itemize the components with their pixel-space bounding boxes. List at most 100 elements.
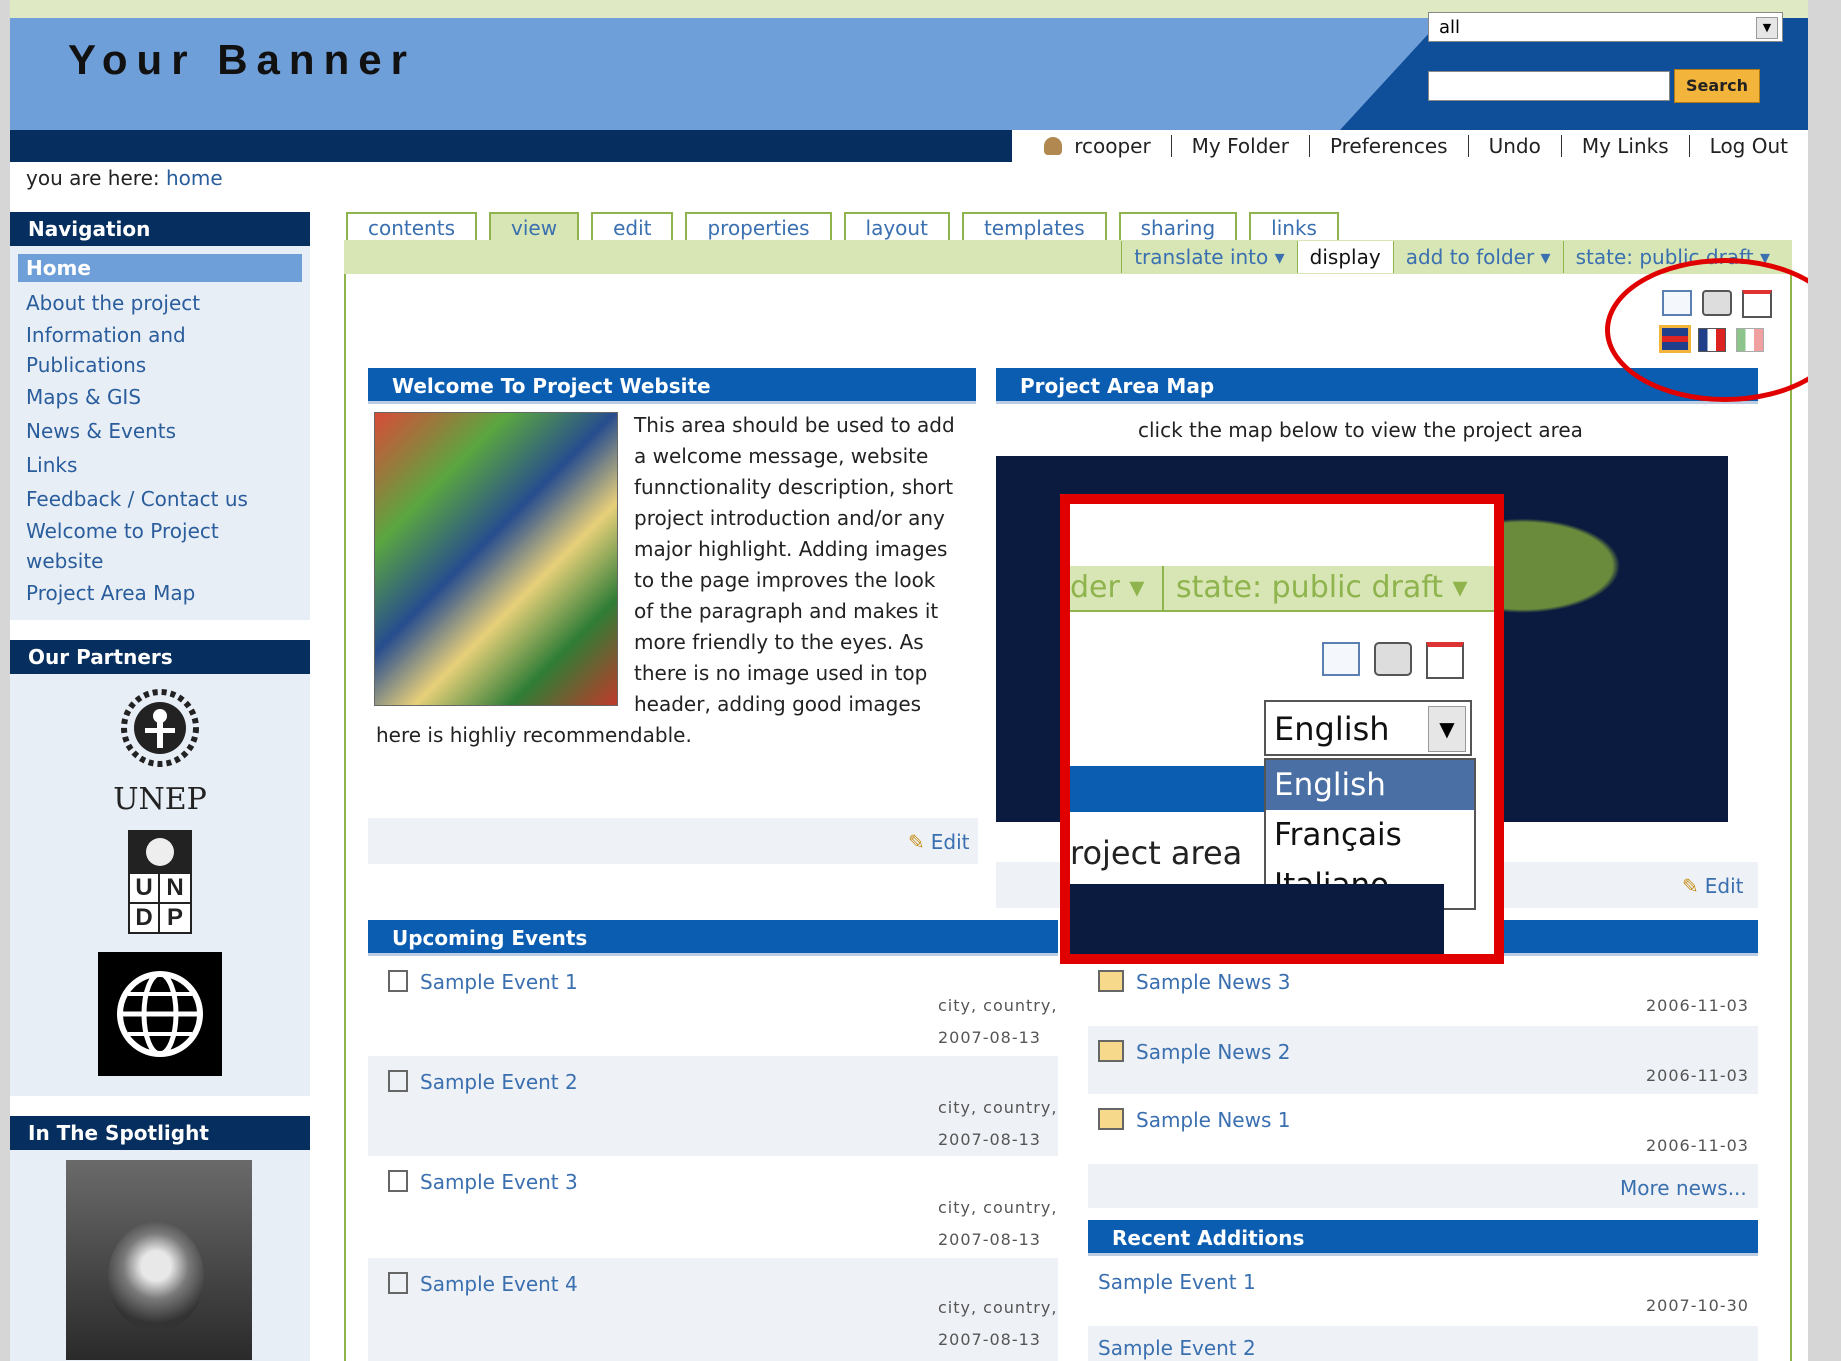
navigation-title: Navigation bbox=[10, 212, 310, 246]
event-item[interactable]: Sample Event 4 bbox=[388, 1272, 578, 1296]
undo-link[interactable]: Undo bbox=[1467, 135, 1561, 157]
welcome-text-block: This area should be used to add a welcom… bbox=[376, 410, 956, 751]
search-input[interactable] bbox=[1428, 71, 1670, 101]
search-button[interactable]: Search bbox=[1674, 69, 1760, 103]
nav-item-information[interactable]: Information and Publications bbox=[18, 320, 302, 380]
user-link[interactable]: rcooper bbox=[1024, 135, 1170, 157]
news-item[interactable]: Sample News 3 bbox=[1098, 970, 1290, 994]
news-date: 2006-11-03 bbox=[1646, 1136, 1749, 1155]
my-links-link[interactable]: My Links bbox=[1560, 135, 1689, 157]
language-select[interactable]: English ▼ bbox=[1264, 700, 1472, 756]
tab-edit[interactable]: edit bbox=[591, 212, 674, 243]
undp-letter: D bbox=[130, 904, 160, 932]
translate-menu[interactable]: translate into ▾ bbox=[1121, 241, 1296, 273]
content-tabs: contents view edit properties layout tem… bbox=[346, 212, 1339, 243]
world-bank-logo[interactable] bbox=[98, 952, 222, 1076]
partners-list: UNEP U N D P bbox=[10, 674, 310, 1096]
event-location: city, country, bbox=[938, 1298, 1058, 1317]
welcome-edit-label: Edit bbox=[930, 830, 970, 854]
calendar-icon bbox=[388, 1070, 408, 1092]
undp-letter: N bbox=[160, 874, 190, 904]
tab-layout[interactable]: layout bbox=[843, 212, 950, 243]
unep-logo[interactable]: UNEP bbox=[90, 686, 230, 816]
zoom-portlet-header bbox=[1070, 766, 1264, 812]
event-location: city, country, bbox=[938, 1098, 1058, 1117]
tab-contents[interactable]: contents bbox=[346, 212, 477, 243]
news-name: Sample News 1 bbox=[1136, 1108, 1291, 1132]
undp-letter: U bbox=[130, 874, 160, 904]
display-menu[interactable]: display bbox=[1296, 241, 1393, 273]
event-date: 2007-08-13 bbox=[938, 1230, 1041, 1249]
tab-templates[interactable]: templates bbox=[961, 212, 1107, 243]
portal-actions: rcooper My Folder Preferences Undo My Li… bbox=[1012, 130, 1808, 162]
news-item[interactable]: Sample News 2 bbox=[1098, 1040, 1290, 1064]
news-date: 2006-11-03 bbox=[1646, 996, 1749, 1015]
news-name: Sample News 3 bbox=[1136, 970, 1291, 994]
undp-logo[interactable]: U N D P bbox=[128, 830, 192, 934]
calendar-icon bbox=[388, 1170, 408, 1192]
add-to-folder-menu[interactable]: add to folder ▾ bbox=[1392, 241, 1563, 273]
zoom-folder-menu: der ▾ bbox=[1070, 570, 1145, 605]
nav-item-home[interactable]: Home bbox=[18, 254, 302, 282]
preferences-link[interactable]: Preferences bbox=[1308, 135, 1468, 157]
event-location: city, country, bbox=[938, 1198, 1058, 1217]
event-item[interactable]: Sample Event 2 bbox=[388, 1070, 578, 1094]
news-icon bbox=[1098, 1040, 1124, 1062]
left-sidebar: Navigation Home About the project Inform… bbox=[10, 212, 310, 1361]
event-name: Sample Event 2 bbox=[420, 1070, 578, 1094]
fullscreen-icon bbox=[1426, 642, 1464, 679]
more-news-link[interactable]: More news... bbox=[1620, 1176, 1747, 1200]
navigation-list: Home About the project Information and P… bbox=[10, 246, 310, 620]
nav-item-feedback[interactable]: Feedback / Contact us bbox=[18, 482, 302, 516]
language-option-francais[interactable]: Français bbox=[1266, 810, 1474, 860]
zoom-action-bar: der ▾ state: public draft ▾ bbox=[1070, 566, 1494, 612]
event-name: Sample Event 1 bbox=[420, 970, 578, 994]
nav-item-about[interactable]: About the project bbox=[18, 286, 302, 320]
event-date: 2007-08-13 bbox=[938, 1330, 1041, 1349]
banner-title: Your Banner bbox=[68, 36, 416, 83]
print-icon bbox=[1374, 642, 1412, 676]
zoom-document-actions bbox=[1322, 642, 1464, 679]
pencil-icon: ✎ bbox=[1682, 874, 1699, 898]
my-folder-link[interactable]: My Folder bbox=[1170, 135, 1309, 157]
spotlight-title: In The Spotlight bbox=[10, 1116, 310, 1150]
spotlight-body bbox=[10, 1150, 310, 1361]
unep-label: UNEP bbox=[113, 782, 207, 817]
event-item[interactable]: Sample Event 3 bbox=[388, 1170, 578, 1194]
news-icon bbox=[1098, 1108, 1124, 1130]
event-date: 2007-08-13 bbox=[938, 1130, 1041, 1149]
event-item[interactable]: Sample Event 1 bbox=[388, 970, 578, 994]
news-date: 2006-11-03 bbox=[1646, 1066, 1749, 1085]
tab-sharing[interactable]: sharing bbox=[1118, 212, 1238, 243]
event-name: Sample Event 4 bbox=[420, 1272, 578, 1296]
tab-links[interactable]: links bbox=[1249, 212, 1339, 243]
language-option-english[interactable]: English bbox=[1266, 760, 1474, 810]
nav-item-links[interactable]: Links bbox=[18, 448, 302, 482]
news-item[interactable]: Sample News 1 bbox=[1098, 1108, 1290, 1132]
nav-item-welcome[interactable]: Welcome to Project website bbox=[18, 516, 302, 576]
zoom-state-menu: state: public draft ▾ bbox=[1162, 566, 1468, 610]
news-name: Sample News 2 bbox=[1136, 1040, 1291, 1064]
nav-item-news-events[interactable]: News & Events bbox=[18, 414, 302, 448]
log-out-link[interactable]: Log Out bbox=[1688, 135, 1808, 157]
tab-properties[interactable]: properties bbox=[685, 212, 832, 243]
tab-view[interactable]: view bbox=[489, 212, 580, 243]
calendar-icon bbox=[388, 1272, 408, 1294]
partners-title: Our Partners bbox=[10, 640, 310, 674]
search-scope-select[interactable]: all ▼ bbox=[1428, 12, 1783, 42]
breadcrumb-home-link[interactable]: home bbox=[166, 166, 223, 190]
nav-item-maps[interactable]: Maps & GIS bbox=[18, 380, 302, 414]
recent-item[interactable]: Sample Event 1 bbox=[1098, 1270, 1256, 1294]
welcome-portlet-title: Welcome To Project Website bbox=[368, 368, 976, 404]
map-edit-link[interactable]: ✎ Edit bbox=[1682, 874, 1744, 898]
undp-letter: P bbox=[166, 904, 183, 931]
recent-item[interactable]: Sample Event 2 bbox=[1098, 1336, 1256, 1360]
language-select-value: English bbox=[1274, 710, 1390, 748]
spotlight-book-cover[interactable] bbox=[66, 1160, 252, 1360]
recent-date: 2007-10-30 bbox=[1646, 1296, 1749, 1315]
nav-item-project-map[interactable]: Project Area Map bbox=[18, 576, 302, 610]
mail-icon bbox=[1322, 642, 1360, 676]
pencil-icon: ✎ bbox=[908, 830, 925, 854]
welcome-edit-link[interactable]: ✎ Edit bbox=[908, 830, 970, 854]
zoomed-language-callout: der ▾ state: public draft ▾ English ▼ En… bbox=[1060, 494, 1504, 964]
